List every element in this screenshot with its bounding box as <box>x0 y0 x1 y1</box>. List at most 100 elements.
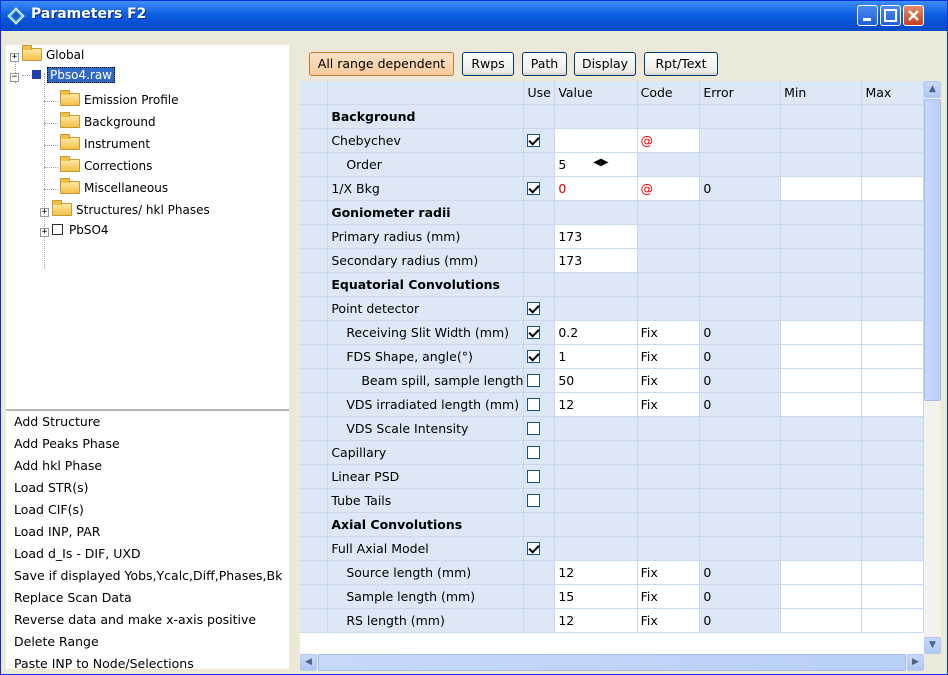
row-header[interactable] <box>300 344 329 369</box>
value-cell[interactable]: 5 ◀▶ <box>554 152 638 177</box>
max-cell[interactable] <box>861 368 924 393</box>
tree-view[interactable]: + Global − Pbso4.raw Emission Profile Back… <box>6 45 289 409</box>
column-header-use[interactable]: Use <box>523 81 556 105</box>
table-row[interactable]: Receiving Slit Width (mm) 0.2 Fix 0 <box>300 320 924 345</box>
value-cell[interactable]: 0 <box>554 176 638 201</box>
column-header-name[interactable] <box>327 81 525 105</box>
table-row[interactable]: Source length (mm) 12 Fix 0 <box>300 560 924 585</box>
row-header[interactable] <box>300 152 329 177</box>
use-checkbox[interactable] <box>527 325 541 339</box>
use-checkbox[interactable] <box>527 493 541 507</box>
all-range-dependent-button[interactable]: All range dependent <box>309 52 454 76</box>
value-cell[interactable]: 0.2 <box>554 320 638 345</box>
table-row[interactable]: Linear PSD <box>300 464 924 489</box>
use-cell[interactable] <box>523 176 556 201</box>
value-cell[interactable]: 1 <box>554 344 638 369</box>
table-row[interactable]: Point detector <box>300 296 924 321</box>
command-load-d-is[interactable]: Load d_Is - DIF, UXD <box>14 543 282 565</box>
table-row[interactable]: Primary radius (mm) 173 <box>300 224 924 249</box>
horizontal-scroll-thumb[interactable] <box>318 654 906 671</box>
max-cell[interactable] <box>861 176 924 201</box>
title-bar[interactable]: Parameters F2 <box>1 1 947 31</box>
code-cell[interactable]: Fix <box>637 392 701 417</box>
table-row[interactable]: Chebychev @ <box>300 128 924 153</box>
row-header[interactable] <box>300 272 329 297</box>
max-cell[interactable] <box>861 584 924 609</box>
use-checkbox[interactable] <box>527 301 541 315</box>
expand-icon[interactable]: + <box>40 208 49 217</box>
max-cell[interactable] <box>861 560 924 585</box>
tree-item-pbso4[interactable]: + PbSO4 <box>40 220 109 240</box>
command-add-peaks-phase[interactable]: Add Peaks Phase <box>14 433 282 455</box>
min-cell[interactable] <box>780 344 863 369</box>
table-row[interactable]: 1/X Bkg 0 @0 <box>300 176 924 201</box>
use-cell[interactable] <box>523 416 556 441</box>
row-header[interactable] <box>300 608 329 633</box>
value-cell[interactable] <box>554 128 638 153</box>
row-header[interactable] <box>300 248 329 273</box>
use-checkbox[interactable] <box>527 397 541 411</box>
vertical-scrollbar[interactable]: ▲ ▼ <box>924 81 941 654</box>
column-header-error[interactable]: Error <box>699 81 782 105</box>
use-cell[interactable] <box>523 536 556 561</box>
resize-grip-icon[interactable] <box>924 654 941 671</box>
min-cell[interactable] <box>780 560 863 585</box>
collapse-icon[interactable]: − <box>10 73 19 82</box>
table-row[interactable]: Background <box>300 104 924 129</box>
tree-item-structures[interactable]: + Structures/ hkl Phases <box>40 200 210 220</box>
code-cell[interactable]: Fix <box>637 344 701 369</box>
use-cell[interactable] <box>523 464 556 489</box>
max-cell[interactable] <box>861 392 924 417</box>
command-replace-scan-data[interactable]: Replace Scan Data <box>14 587 282 609</box>
value-cell[interactable]: 12 <box>554 560 638 585</box>
row-header[interactable] <box>300 296 329 321</box>
column-header-value[interactable]: Value <box>554 81 638 105</box>
row-header[interactable] <box>300 416 329 441</box>
value-cell[interactable]: 12 <box>554 392 638 417</box>
table-row[interactable]: Full Axial Model <box>300 536 924 561</box>
max-cell[interactable] <box>861 320 924 345</box>
command-load-cif[interactable]: Load CIF(s) <box>14 499 282 521</box>
rwps-button[interactable]: Rwps <box>462 52 514 76</box>
table-row[interactable]: Goniometer radii <box>300 200 924 225</box>
row-header[interactable] <box>300 392 329 417</box>
row-header[interactable] <box>300 368 329 393</box>
use-checkbox[interactable] <box>527 445 541 459</box>
tree-item-corrections[interactable]: Corrections <box>60 156 152 176</box>
horizontal-scrollbar[interactable]: ◀ ▶ <box>300 654 924 671</box>
code-cell[interactable]: Fix <box>637 608 701 633</box>
scroll-right-button[interactable]: ▶ <box>907 654 924 671</box>
tree-item-background[interactable]: Background <box>60 112 156 132</box>
row-header[interactable] <box>300 584 329 609</box>
use-cell[interactable] <box>523 296 556 321</box>
scroll-up-button[interactable]: ▲ <box>924 81 941 98</box>
value-cell[interactable]: 15 <box>554 584 638 609</box>
command-paste-inp[interactable]: Paste INP to Node/Selections <box>14 653 282 674</box>
row-header[interactable] <box>300 176 329 201</box>
command-add-hkl-phase[interactable]: Add hkl Phase <box>14 455 282 477</box>
table-row[interactable]: Capillary <box>300 440 924 465</box>
row-header[interactable] <box>300 200 329 225</box>
table-row[interactable]: RS length (mm) 12 Fix 0 <box>300 608 924 633</box>
min-cell[interactable] <box>780 608 863 633</box>
use-checkbox[interactable] <box>527 349 541 363</box>
row-header[interactable] <box>300 488 329 513</box>
use-checkbox[interactable] <box>527 469 541 483</box>
use-checkbox[interactable] <box>527 373 541 387</box>
parameters-grid[interactable]: Use Value Code Error Min Max Background C… <box>300 81 924 654</box>
row-header[interactable] <box>300 104 329 129</box>
row-header[interactable] <box>300 536 329 561</box>
scroll-left-button[interactable]: ◀ <box>300 654 317 671</box>
table-row[interactable]: Beam spill, sample length 50 Fix 0 <box>300 368 924 393</box>
rpt-text-button[interactable]: Rpt/Text <box>644 52 718 76</box>
min-cell[interactable] <box>780 176 863 201</box>
command-load-str[interactable]: Load STR(s) <box>14 477 282 499</box>
vertical-scroll-thumb[interactable] <box>924 99 941 401</box>
path-button[interactable]: Path <box>522 52 567 76</box>
use-checkbox[interactable] <box>527 421 541 435</box>
use-checkbox[interactable] <box>527 133 541 147</box>
row-header[interactable] <box>300 320 329 345</box>
column-header-code[interactable]: Code <box>637 81 701 105</box>
code-cell[interactable]: Fix <box>637 560 701 585</box>
max-cell[interactable] <box>861 344 924 369</box>
